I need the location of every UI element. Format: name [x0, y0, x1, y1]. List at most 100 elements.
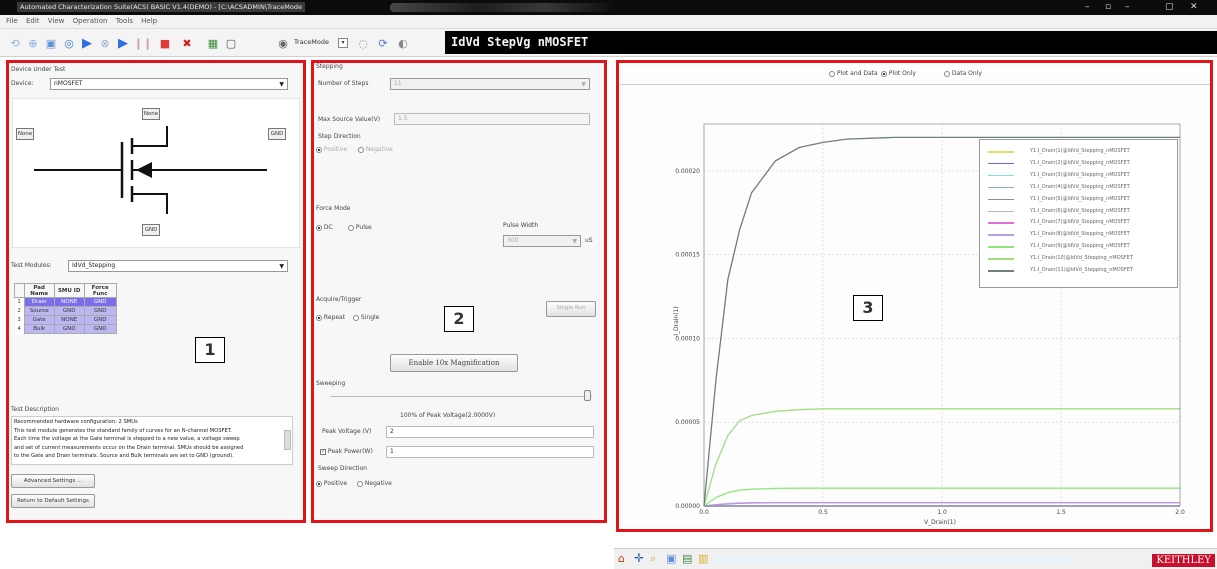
settings-icon[interactable]: ◐: [396, 36, 410, 50]
col-force-func: Force Func: [83, 283, 117, 298]
stop-icon[interactable]: ⊗: [98, 36, 112, 50]
plot-and-data-radio[interactable]: Plot and Data: [829, 70, 878, 77]
max-source-input[interactable]: 1.5: [394, 113, 590, 125]
configure-icon[interactable]: ▣: [666, 552, 676, 565]
peak-power-checkbox[interactable]: ✓ Peak Power(W): [320, 448, 373, 455]
legend-entry: Y1:I_Drain(8)@IdVd_Stepping_nMOSFET: [980, 229, 1179, 240]
pulse-width-select[interactable]: 300 ▼: [503, 235, 581, 247]
pause-icon[interactable]: ❙❙: [134, 36, 152, 50]
save-plot-icon[interactable]: ▥: [698, 552, 708, 565]
single-radio[interactable]: Single: [353, 314, 379, 321]
table-row[interactable]: 2 Source GND GND: [14, 306, 117, 316]
sweep-positive-radio[interactable]: Positive: [316, 480, 347, 487]
close-icon[interactable]: ✕: [1190, 2, 1198, 12]
description-line: Recommended hardware configuration: 2 SM…: [14, 419, 138, 425]
legend-swatch: [988, 246, 1014, 248]
step-positive-radio[interactable]: Positive: [316, 146, 347, 153]
open-icon[interactable]: ⊕: [26, 36, 40, 50]
chevron-down-icon: ▼: [279, 81, 284, 88]
pan-icon[interactable]: ✛: [634, 551, 644, 565]
menu-help[interactable]: Help: [141, 17, 157, 25]
table-row[interactable]: 4 Bulk GND GND: [14, 324, 117, 334]
step-negative-label: Negative: [365, 146, 393, 153]
minimize-icon[interactable]: –: [1085, 2, 1090, 12]
refresh-icon[interactable]: ⟳: [376, 36, 390, 50]
edit-curve-icon[interactable]: ▤: [682, 552, 692, 565]
description-scrollbar[interactable]: [284, 430, 291, 450]
magnify-button[interactable]: Enable 10x Magnification: [390, 354, 518, 372]
y-tick-label: 0.00000: [675, 503, 700, 510]
device-select[interactable]: nMOSFET ▼: [50, 78, 288, 90]
delete-icon[interactable]: ✖: [180, 36, 194, 50]
save-icon[interactable]: ▣: [44, 36, 58, 50]
cell-pad[interactable]: Gate: [23, 315, 55, 325]
pad-gate[interactable]: None: [16, 128, 34, 140]
menu-edit[interactable]: Edit: [26, 17, 40, 25]
plot-divider: [620, 84, 1210, 85]
default-settings-button[interactable]: Return to Default Settings: [11, 494, 95, 508]
zoom-icon[interactable]: ▢: [224, 36, 238, 50]
menu-view[interactable]: View: [48, 17, 65, 25]
num-steps-select-value: 11: [394, 80, 402, 87]
legend-swatch: [988, 186, 1014, 189]
abort-icon[interactable]: ■: [158, 36, 172, 50]
maximize-icon[interactable]: ▢: [1165, 2, 1174, 12]
peak-power-input[interactable]: 1: [386, 446, 594, 458]
pad-drain[interactable]: None: [142, 108, 160, 120]
project-icon[interactable]: ◎: [62, 36, 76, 50]
zoom-plot-icon[interactable]: ⌕: [650, 552, 656, 566]
run-icon[interactable]: ▶: [80, 36, 94, 51]
new-icon[interactable]: ⟲: [8, 36, 22, 50]
cell-smu[interactable]: NONE: [53, 315, 85, 325]
num-steps-select[interactable]: 11 ▼: [390, 78, 590, 90]
trace-mode-icon: ◉: [278, 36, 288, 50]
home-icon[interactable]: ⌂: [618, 552, 625, 565]
cell-pad[interactable]: Source: [23, 306, 55, 316]
x-tick-label: 0.0: [699, 509, 709, 516]
pad-bulk[interactable]: GND: [268, 128, 286, 140]
cell-smu[interactable]: GND: [53, 324, 85, 334]
peak-voltage-input[interactable]: 2: [386, 426, 594, 438]
data-only-radio[interactable]: Data Only: [944, 70, 982, 77]
plot-only-radio[interactable]: Plot Only: [881, 70, 916, 77]
pad-source[interactable]: GND: [142, 224, 160, 236]
legend-label: Y1:I_Drain(2)@IdVd_Stepping_nMOSFET: [1030, 159, 1130, 166]
cell-force[interactable]: GND: [83, 324, 117, 334]
cell-pad[interactable]: Bulk: [23, 324, 55, 334]
legend-entry: Y1:I_Drain(4)@IdVd_Stepping_nMOSFET: [980, 182, 1179, 193]
sweep-slider-handle[interactable]: [584, 390, 591, 401]
pulse-unit: uS: [585, 237, 593, 244]
menu-file[interactable]: File: [6, 17, 18, 25]
pulse-radio[interactable]: Pulse: [348, 224, 372, 231]
menu-tools[interactable]: Tools: [116, 17, 133, 25]
cell-force[interactable]: GND: [83, 297, 117, 307]
sweep-negative-radio[interactable]: Negative: [357, 480, 392, 487]
legend-entry: Y1:I_Drain(2)@IdVd_Stepping_nMOSFET: [980, 158, 1179, 169]
extra-minimize-icon[interactable]: –: [1125, 2, 1130, 12]
col-pad-name: Pad Name: [23, 283, 55, 298]
sweep-slider-track[interactable]: [330, 396, 592, 397]
cell-smu[interactable]: NONE: [53, 297, 85, 307]
run-all-icon[interactable]: ▶: [116, 36, 130, 51]
restore-icon[interactable]: ▫: [1105, 2, 1111, 12]
advanced-settings-button[interactable]: Advanced Settings ...: [11, 474, 95, 488]
menu-operation[interactable]: Operation: [73, 17, 108, 25]
legend-entry: Y1:I_Drain(6)@IdVd_Stepping_nMOSFET: [980, 206, 1179, 217]
table-row[interactable]: 1 Drain NONE GND: [14, 297, 117, 307]
cell-smu[interactable]: GND: [53, 306, 85, 316]
single-run-button[interactable]: Single Run: [546, 301, 596, 317]
help-icon[interactable]: ◌: [356, 36, 370, 50]
legend-label: Y1:I_Drain(5)@IdVd_Stepping_nMOSFET: [1030, 195, 1130, 202]
cell-force[interactable]: GND: [83, 306, 117, 316]
table-row[interactable]: 3 Gate NONE GND: [14, 315, 117, 325]
chart-icon[interactable]: ▦: [206, 36, 220, 50]
repeat-radio[interactable]: Repeat: [316, 314, 345, 321]
dc-radio[interactable]: DC: [316, 224, 333, 231]
test-module-select[interactable]: IdVd_Stepping ▼: [68, 260, 288, 272]
trace-mode-dropdown[interactable]: ▾: [338, 38, 348, 48]
cell-pad[interactable]: Drain: [23, 297, 55, 307]
row-number: 2: [14, 306, 25, 316]
cell-force[interactable]: GND: [83, 315, 117, 325]
step-negative-radio[interactable]: Negative: [358, 146, 393, 153]
legend-swatch: [988, 198, 1014, 201]
